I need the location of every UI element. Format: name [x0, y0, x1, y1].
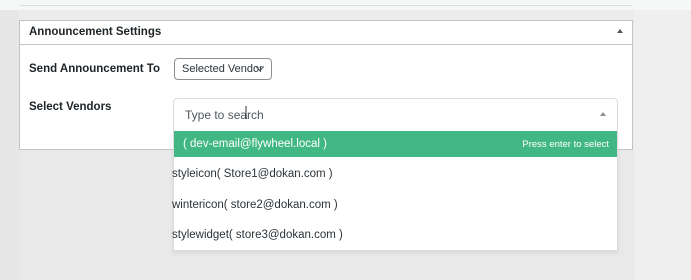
- vendor-option-label: styleicon( Store1@dokan.com ): [172, 168, 333, 180]
- vendor-option-label: stylewidget( store3@dokan.com ): [172, 229, 343, 241]
- panel-header[interactable]: Announcement Settings: [20, 21, 632, 45]
- vendor-option[interactable]: styleicon( Store1@dokan.com ): [172, 161, 617, 187]
- vendor-option[interactable]: stylewidget( store3@dokan.com ): [172, 222, 617, 248]
- vendor-option-label: wintericon( store2@dokan.com ): [172, 199, 338, 211]
- send-to-selected-value: Selected Vendor: [182, 63, 263, 75]
- vendor-option-label: ( dev-email@flywheel.local ): [183, 138, 327, 150]
- caret-up-icon[interactable]: [600, 112, 606, 116]
- panel-title: Announcement Settings: [29, 26, 162, 38]
- vendor-dropdown-list: ( dev-email@flywheel.local ) Press enter…: [172, 131, 618, 251]
- vendor-option[interactable]: wintericon( store2@dokan.com ): [172, 192, 617, 218]
- send-announcement-label: Send Announcement To: [29, 63, 160, 75]
- vendor-option[interactable]: ( dev-email@flywheel.local ) Press enter…: [174, 131, 617, 157]
- vendor-search-placeholder: Type to search: [185, 108, 264, 122]
- vendor-search-input[interactable]: Type to search: [173, 98, 618, 131]
- text-cursor-icon: [245, 106, 247, 119]
- right-background: [634, 10, 691, 280]
- send-to-select[interactable]: Selected Vendor: [174, 58, 272, 80]
- collapse-arrow-icon[interactable]: [617, 29, 623, 33]
- top-strip: [0, 0, 691, 10]
- left-background: [0, 10, 19, 280]
- select-vendors-label: Select Vendors: [29, 101, 112, 113]
- divider: [20, 5, 632, 6]
- press-enter-hint: Press enter to select: [522, 139, 609, 150]
